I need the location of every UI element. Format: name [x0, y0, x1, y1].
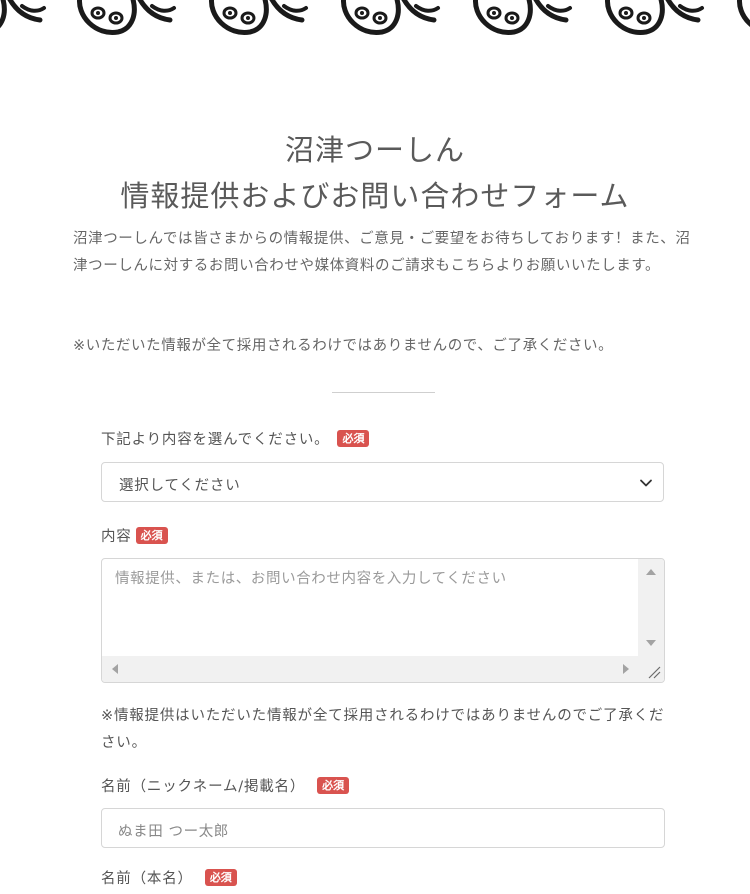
category-select-value: 選択してください [119, 478, 241, 494]
content-textarea[interactable]: 情報提供、または、お問い合わせ内容を入力してください [101, 558, 665, 683]
category-label-text: 下記より内容を選んでください。 [101, 432, 330, 448]
realname-label: 名前（本名） 必須 [101, 867, 237, 888]
required-badge: 必須 [317, 777, 350, 794]
divider [332, 392, 435, 393]
content-note: ※情報提供はいただいた情報が全て採用されるわけではありませんのでご了承ください。 [101, 708, 665, 751]
nickname-placeholder: ぬま田 つー太郎 [118, 824, 229, 840]
content-label: 内容 必須 [101, 525, 168, 546]
intro-notice: ※いただいた情報が全て採用されるわけではありませんので、ご了承ください。 [73, 338, 614, 354]
realname-label-text: 名前（本名） [101, 871, 193, 887]
required-badge: 必須 [204, 869, 237, 886]
header-banner [0, 0, 750, 45]
content-placeholder: 情報提供、または、お問い合わせ内容を入力してください [115, 571, 507, 587]
content-label-text: 内容 [101, 529, 132, 545]
mascot-pattern-graphic [0, 0, 750, 45]
resize-grip[interactable] [638, 656, 664, 682]
vertical-scrollbar[interactable] [638, 559, 664, 657]
resize-grip-icon [648, 666, 661, 679]
category-label: 下記より内容を選んでください。 必須 [101, 428, 370, 449]
required-badge: 必須 [135, 527, 168, 544]
page-title-line1: 沼津つーしん [284, 133, 465, 167]
nickname-label-text: 名前（ニックネーム/掲載名） [101, 779, 306, 795]
contact-form-page: 沼津つーしん 情報提供およびお問い合わせフォーム 沼津つーしんでは皆さまからの情… [0, 0, 750, 894]
intro-text: 沼津つーしんでは皆さまからの情報提供、ご意見・ご要望をお待ちしております！また、… [73, 231, 691, 274]
horizontal-scrollbar[interactable] [102, 656, 639, 682]
nickname-label: 名前（ニックネーム/掲載名） 必須 [101, 775, 350, 796]
triangle-right-icon[interactable] [622, 664, 630, 674]
page-title-line2: 情報提供およびお問い合わせフォーム [120, 179, 630, 213]
nickname-input[interactable]: ぬま田 つー太郎 [101, 808, 665, 848]
category-select[interactable]: 選択してください [101, 462, 664, 502]
chevron-down-icon [640, 479, 652, 487]
required-badge: 必須 [337, 430, 370, 447]
triangle-left-icon[interactable] [111, 664, 119, 674]
triangle-down-icon[interactable] [646, 639, 656, 647]
triangle-up-icon[interactable] [646, 568, 656, 576]
